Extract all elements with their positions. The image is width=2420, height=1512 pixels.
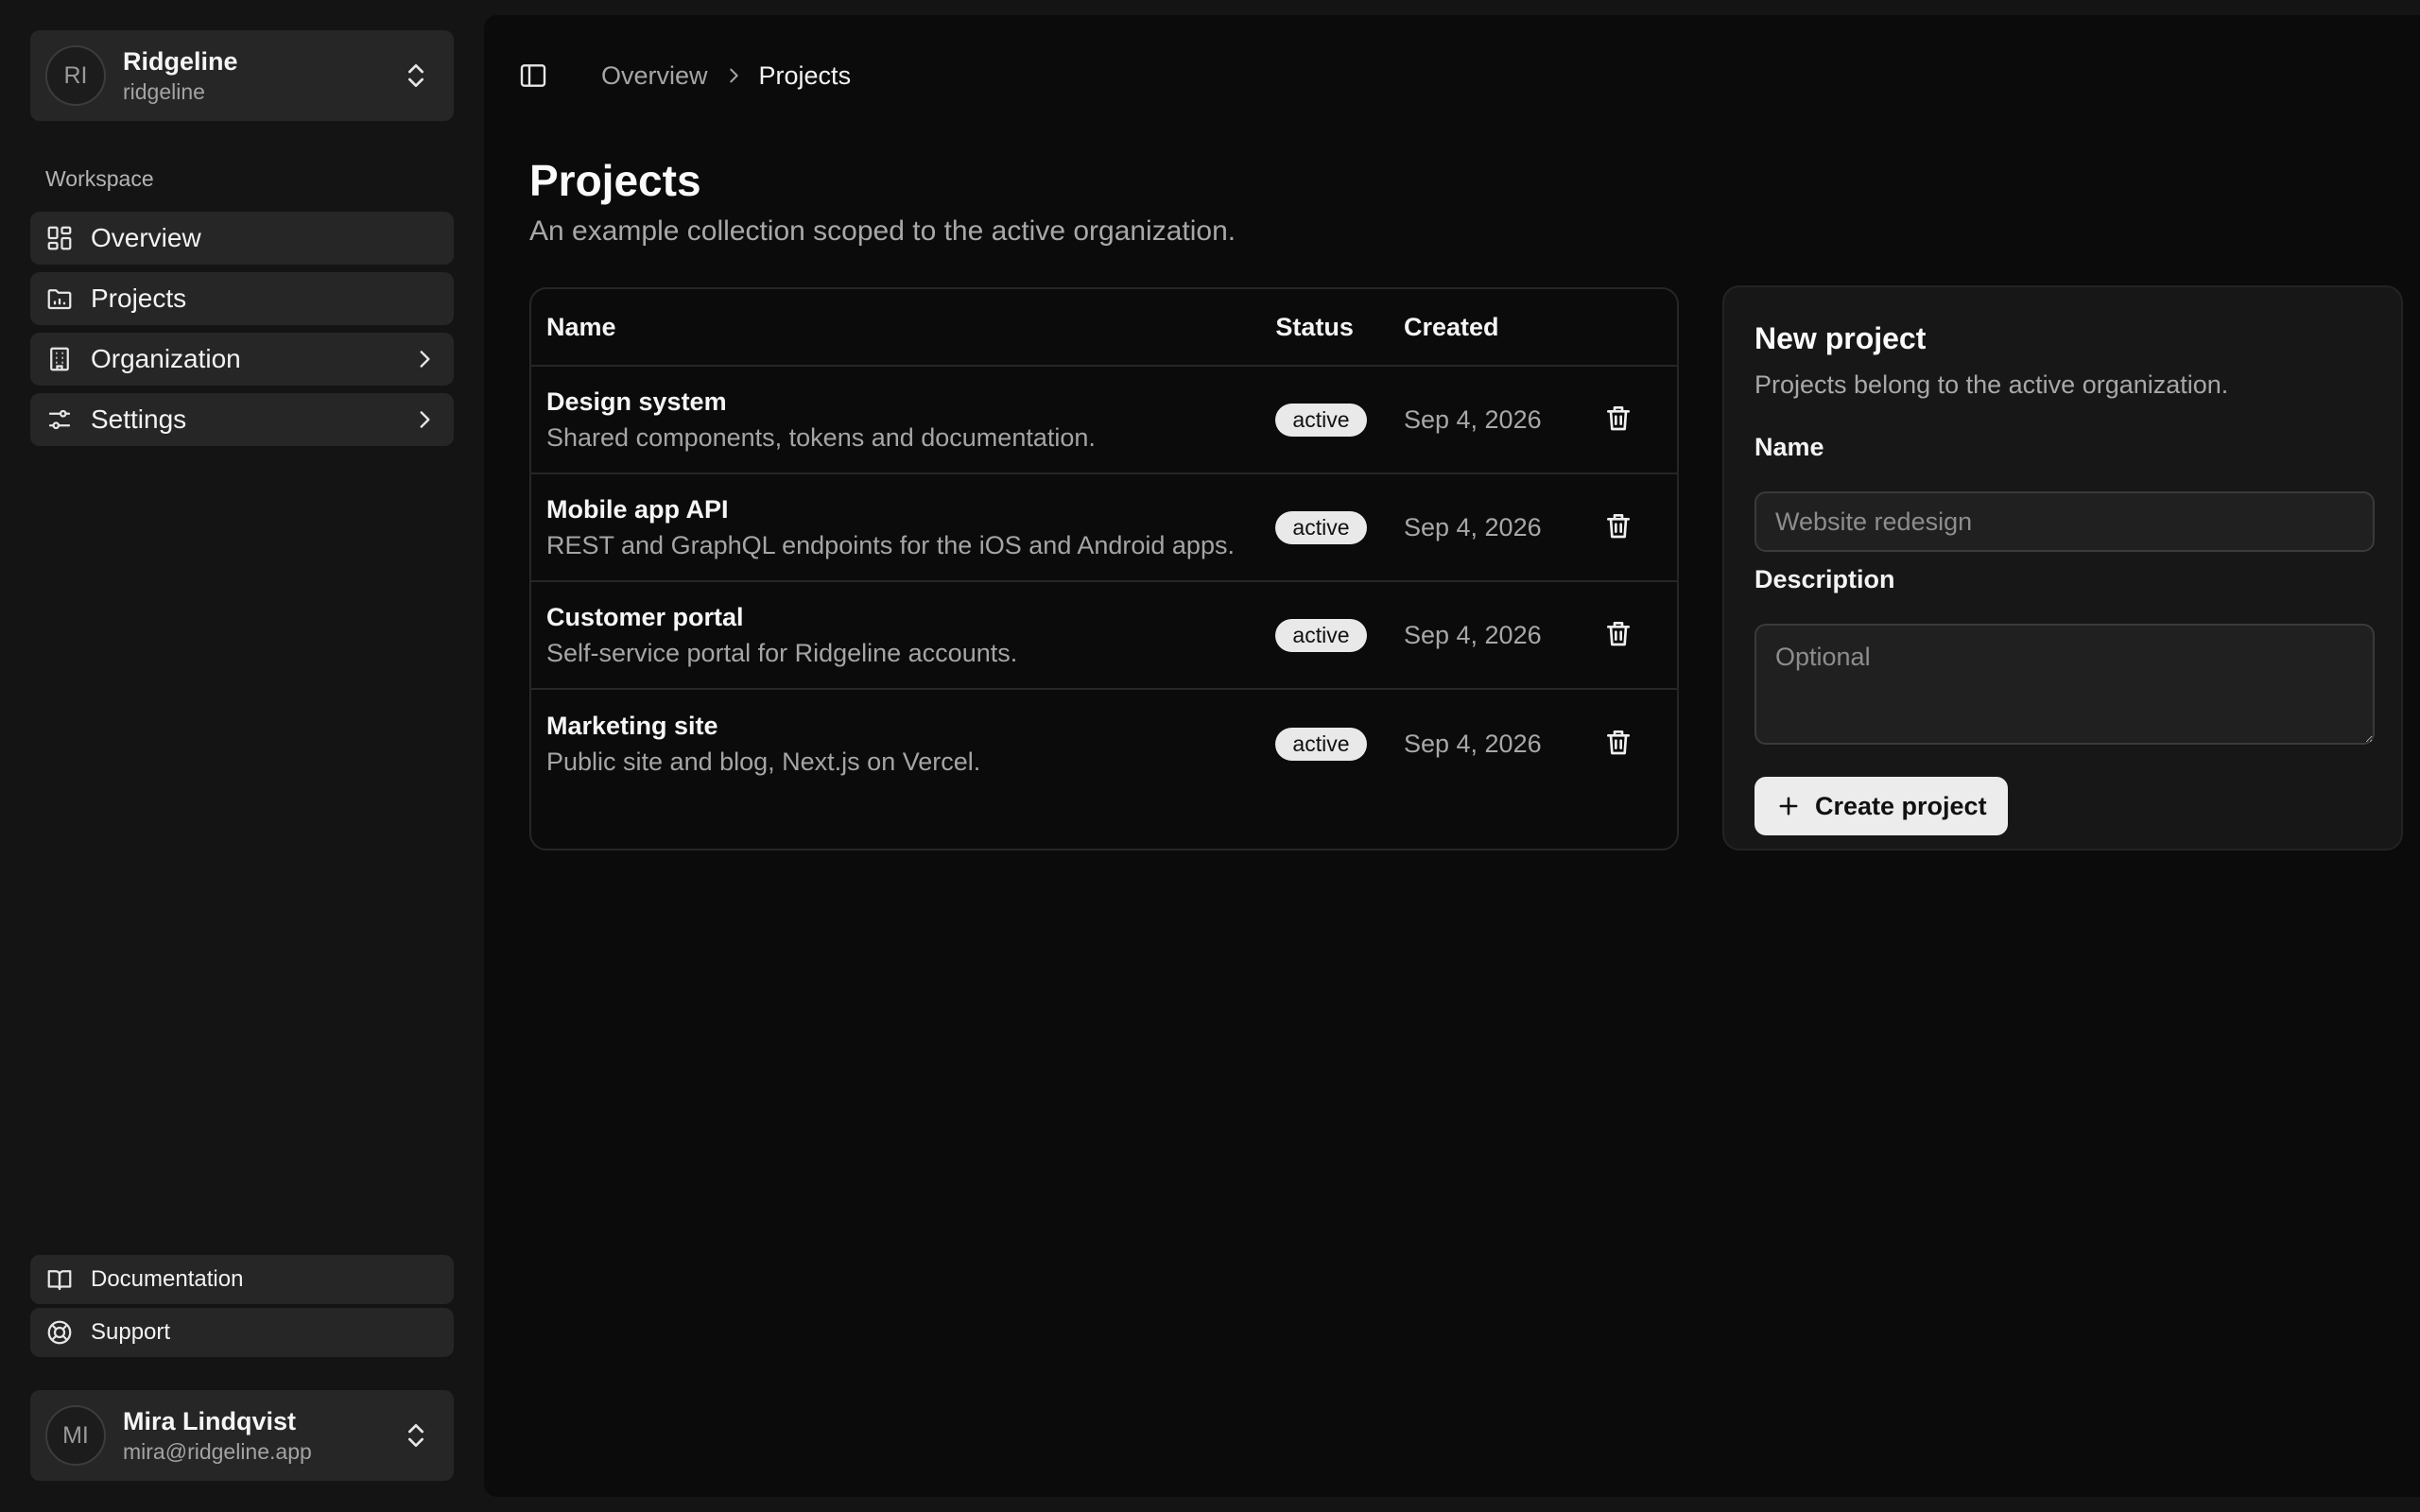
chevrons-up-down-icon [408, 1424, 424, 1447]
chevron-right-icon [729, 68, 738, 83]
status-badge: active [1275, 727, 1367, 761]
topbar: Overview Projects [518, 57, 851, 94]
column-header-created: Created [1403, 312, 1499, 341]
folder-chart-icon [47, 289, 72, 310]
sidebar-item-label: Organization [91, 344, 241, 373]
breadcrumb-current: Projects [758, 60, 852, 90]
project-description: REST and GraphQL endpoints for the iOS a… [546, 531, 1235, 559]
column-header-name: Name [546, 312, 616, 341]
building-icon [50, 347, 69, 371]
form-subtitle: Projects belong to the active organizati… [1754, 370, 2229, 399]
org-switcher[interactable]: RI Ridgeline ridgeline [30, 30, 454, 121]
sidebar-item-label: Overview [91, 223, 201, 252]
project-name: Design system [546, 387, 727, 416]
sidebar-item-overview[interactable]: Overview [30, 212, 454, 265]
sidebar: RI Ridgeline ridgeline Workspace Overvie… [0, 0, 484, 1512]
section-label-workspace: Workspace [45, 166, 154, 191]
book-open-icon [47, 1270, 72, 1291]
page-subtitle: An example collection scoped to the acti… [529, 215, 1236, 247]
project-name: Marketing site [546, 712, 718, 740]
project-description-input[interactable] [1754, 624, 2375, 745]
table-row: Mobile app API REST and GraphQL endpoint… [531, 474, 1677, 582]
user-switcher[interactable]: MI Mira Lindqvist mira@ridgeline.app [30, 1390, 454, 1481]
sidebar-nav: Overview Projects Organization Settings [30, 212, 454, 454]
description-label: Description [1754, 565, 1895, 593]
app-window: RI Ridgeline ridgeline Workspace Overvie… [0, 0, 2420, 1512]
project-description: Shared components, tokens and documentat… [546, 423, 1096, 452]
org-name: Ridgeline [123, 47, 238, 76]
breadcrumb-overview-link[interactable]: Overview [601, 61, 708, 91]
project-name: Customer portal [546, 603, 744, 631]
created-date: Sep 4, 2026 [1403, 404, 1542, 434]
status-badge: active [1275, 510, 1367, 544]
status-badge: active [1275, 618, 1367, 652]
sidebar-item-support[interactable]: Support [30, 1308, 454, 1357]
trash-icon[interactable] [1603, 727, 1634, 757]
main-panel: Overview Projects Projects An example co… [484, 15, 2420, 1497]
chevrons-up-down-icon [408, 64, 424, 87]
breadcrumb: Overview Projects [601, 61, 851, 91]
project-name-input[interactable] [1754, 491, 2375, 552]
create-project-label: Create project [1815, 791, 1987, 820]
created-date: Sep 4, 2026 [1403, 620, 1542, 649]
user-avatar: MI [45, 1405, 106, 1466]
project-description: Public site and blog, Next.js on Vercel. [546, 747, 981, 776]
form-title: New project [1754, 321, 1927, 355]
sidebar-item-label: Support [91, 1319, 171, 1345]
created-date: Sep 4, 2026 [1403, 729, 1542, 758]
trash-icon[interactable] [1603, 403, 1634, 433]
sidebar-item-organization[interactable]: Organization [30, 333, 454, 386]
new-project-card: New project Projects belong to the activ… [1722, 285, 2403, 850]
chevron-right-icon [420, 351, 430, 368]
status-badge: active [1275, 403, 1367, 437]
dashboard-icon [47, 226, 72, 250]
sliders-icon [48, 409, 71, 430]
trash-icon[interactable] [1603, 618, 1634, 648]
sidebar-toggle-icon[interactable] [518, 60, 548, 91]
project-description: Self-service portal for Ridgeline accoun… [546, 639, 1018, 667]
life-buoy-icon [47, 1320, 72, 1345]
projects-table: Name Status Created Design system Shared… [529, 287, 1679, 850]
sidebar-item-label: Projects [91, 284, 187, 313]
create-project-button[interactable]: Create project [1754, 777, 2008, 835]
trash-icon[interactable] [1603, 510, 1634, 541]
name-label: Name [1754, 433, 1824, 461]
sidebar-item-label: Documentation [91, 1266, 244, 1292]
table-row: Marketing site Public site and blog, Nex… [531, 690, 1677, 798]
project-name: Mobile app API [546, 495, 729, 524]
user-name: Mira Lindqvist [123, 1407, 297, 1435]
page-title: Projects [529, 156, 701, 205]
user-email: mira@ridgeline.app [123, 1439, 312, 1464]
sidebar-item-settings[interactable]: Settings [30, 393, 454, 446]
org-avatar: RI [45, 45, 106, 106]
table-header: Name Status Created [531, 289, 1677, 367]
sidebar-item-projects[interactable]: Projects [30, 272, 454, 325]
plus-icon [1779, 797, 1798, 816]
created-date: Sep 4, 2026 [1403, 512, 1542, 541]
chevron-right-icon [420, 411, 430, 428]
table-row: Customer portal Self-service portal for … [531, 582, 1677, 690]
org-slug: ridgeline [123, 79, 205, 104]
column-header-status: Status [1275, 312, 1354, 341]
sidebar-footer-nav: Documentation Support [30, 1255, 454, 1361]
sidebar-item-label: Settings [91, 404, 187, 434]
sidebar-item-documentation[interactable]: Documentation [30, 1255, 454, 1304]
table-row: Design system Shared components, tokens … [531, 367, 1677, 474]
